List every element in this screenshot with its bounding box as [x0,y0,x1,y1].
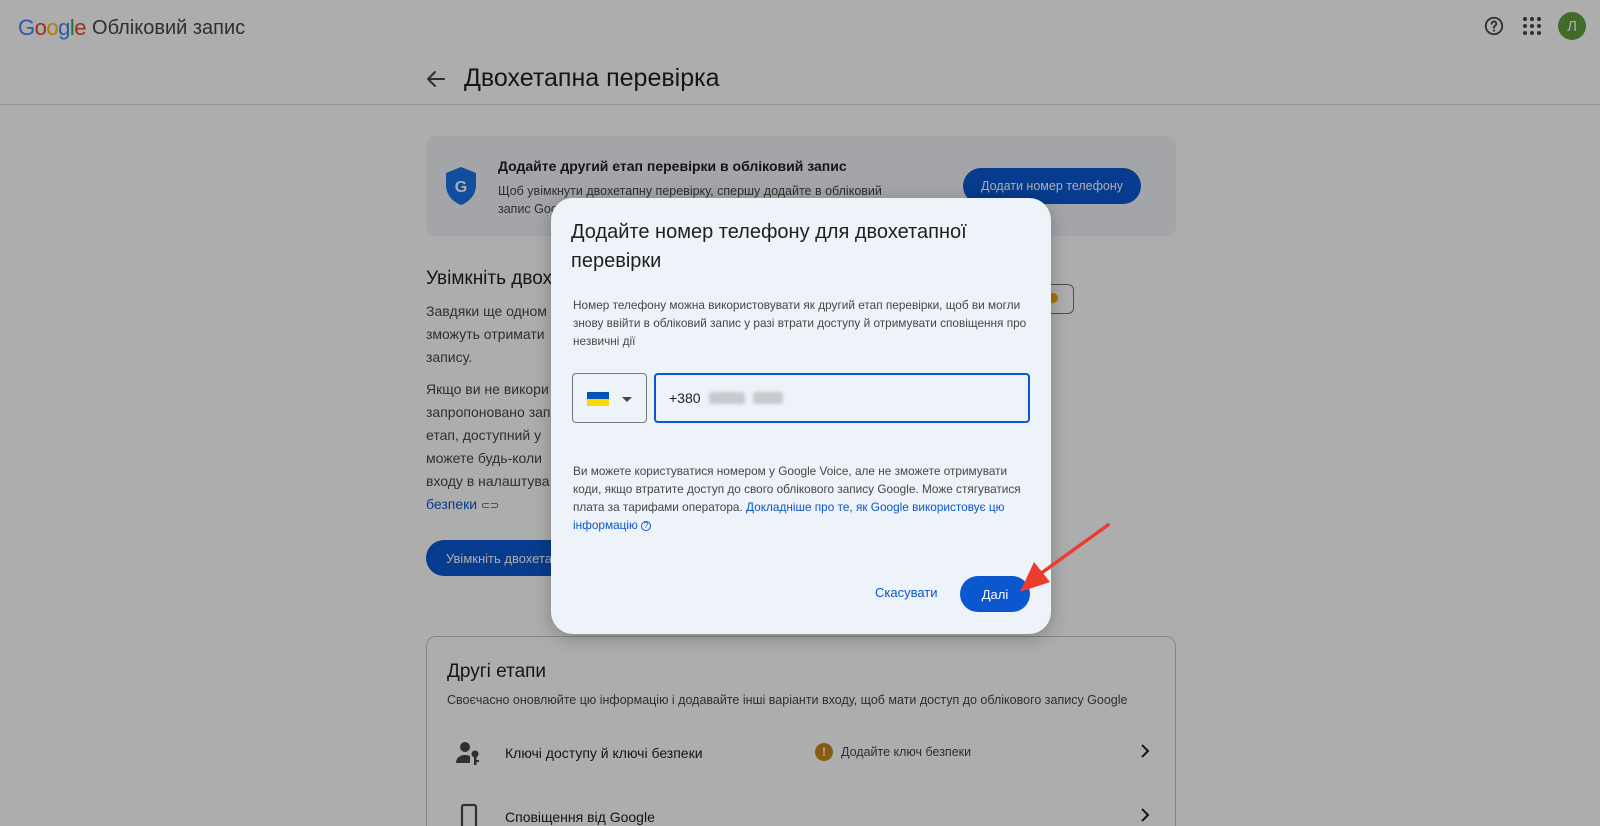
annotation-arrow-icon [1020,523,1110,592]
ukraine-flag-icon [587,392,609,406]
dialog-description: Номер телефону можна використовувати як … [573,298,1027,348]
dialog-title: Додайте номер телефону для двохетапної п… [571,221,967,272]
phone-number-input[interactable]: +380 [654,373,1030,423]
google-voice-note: Ви можете користуватися номером у Google… [573,464,1021,532]
country-select[interactable] [572,373,647,423]
blurred-phone-digits [708,392,783,404]
cancel-button[interactable]: Скасувати [867,574,946,610]
dropdown-caret-icon [622,397,632,402]
phone-prefix: +380 [669,390,701,406]
add-phone-dialog: Додайте номер телефону для двохетапної п… [551,198,1051,634]
help-icon: ? [641,520,652,531]
